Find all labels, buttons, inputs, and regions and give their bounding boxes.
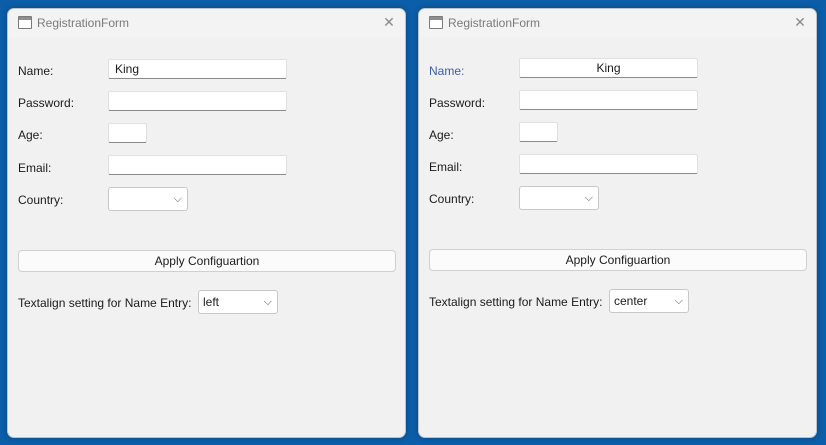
name-entry[interactable]: King (519, 58, 698, 78)
age-label: Age: (18, 128, 43, 142)
name-entry[interactable]: King (108, 59, 287, 79)
title-bar[interactable]: RegistrationForm ✕ (419, 9, 816, 37)
name-label: Name: (18, 64, 54, 78)
registration-window-left: RegistrationForm ✕ Name: King Password: … (7, 8, 406, 438)
app-window-icon (18, 16, 32, 29)
window-title: RegistrationForm (448, 16, 541, 30)
country-label: Country: (18, 193, 64, 207)
apply-configuration-button[interactable]: Apply Configuartion (429, 249, 807, 271)
name-label: Name: (429, 64, 465, 78)
chevron-down-icon: ⌵ (674, 295, 683, 307)
country-select[interactable]: ⌵ (108, 187, 188, 211)
password-label: Password: (429, 96, 486, 110)
chevron-down-icon: ⌵ (584, 192, 593, 204)
apply-configuration-button[interactable]: Apply Configuartion (18, 250, 396, 272)
close-icon[interactable]: ✕ (792, 14, 808, 30)
age-entry[interactable] (108, 123, 147, 143)
window-title: RegistrationForm (37, 16, 130, 30)
country-label: Country: (429, 192, 475, 206)
password-label: Password: (18, 96, 75, 110)
email-label: Email: (429, 160, 463, 174)
email-label: Email: (18, 161, 52, 175)
email-entry[interactable] (108, 155, 287, 175)
chevron-down-icon: ⌵ (173, 193, 182, 205)
textalign-select[interactable]: center ⌵ (609, 289, 689, 313)
app-window-icon (429, 16, 443, 29)
password-entry[interactable] (108, 91, 287, 111)
country-select[interactable]: ⌵ (519, 186, 599, 210)
registration-window-right: RegistrationForm ✕ Name: King Password: … (418, 8, 817, 438)
close-icon[interactable]: ✕ (381, 14, 397, 30)
textalign-value: left (203, 295, 220, 309)
age-label: Age: (429, 128, 454, 142)
textalign-select[interactable]: left ⌵ (198, 290, 278, 314)
textalign-label: Textalign setting for Name Entry: (18, 296, 192, 310)
email-entry[interactable] (519, 154, 698, 174)
age-entry[interactable] (519, 122, 558, 142)
textalign-value: center (614, 294, 648, 308)
chevron-down-icon: ⌵ (263, 296, 272, 308)
title-bar[interactable]: RegistrationForm ✕ (8, 9, 405, 37)
password-entry[interactable] (519, 90, 698, 110)
textalign-label: Textalign setting for Name Entry: (429, 295, 603, 309)
